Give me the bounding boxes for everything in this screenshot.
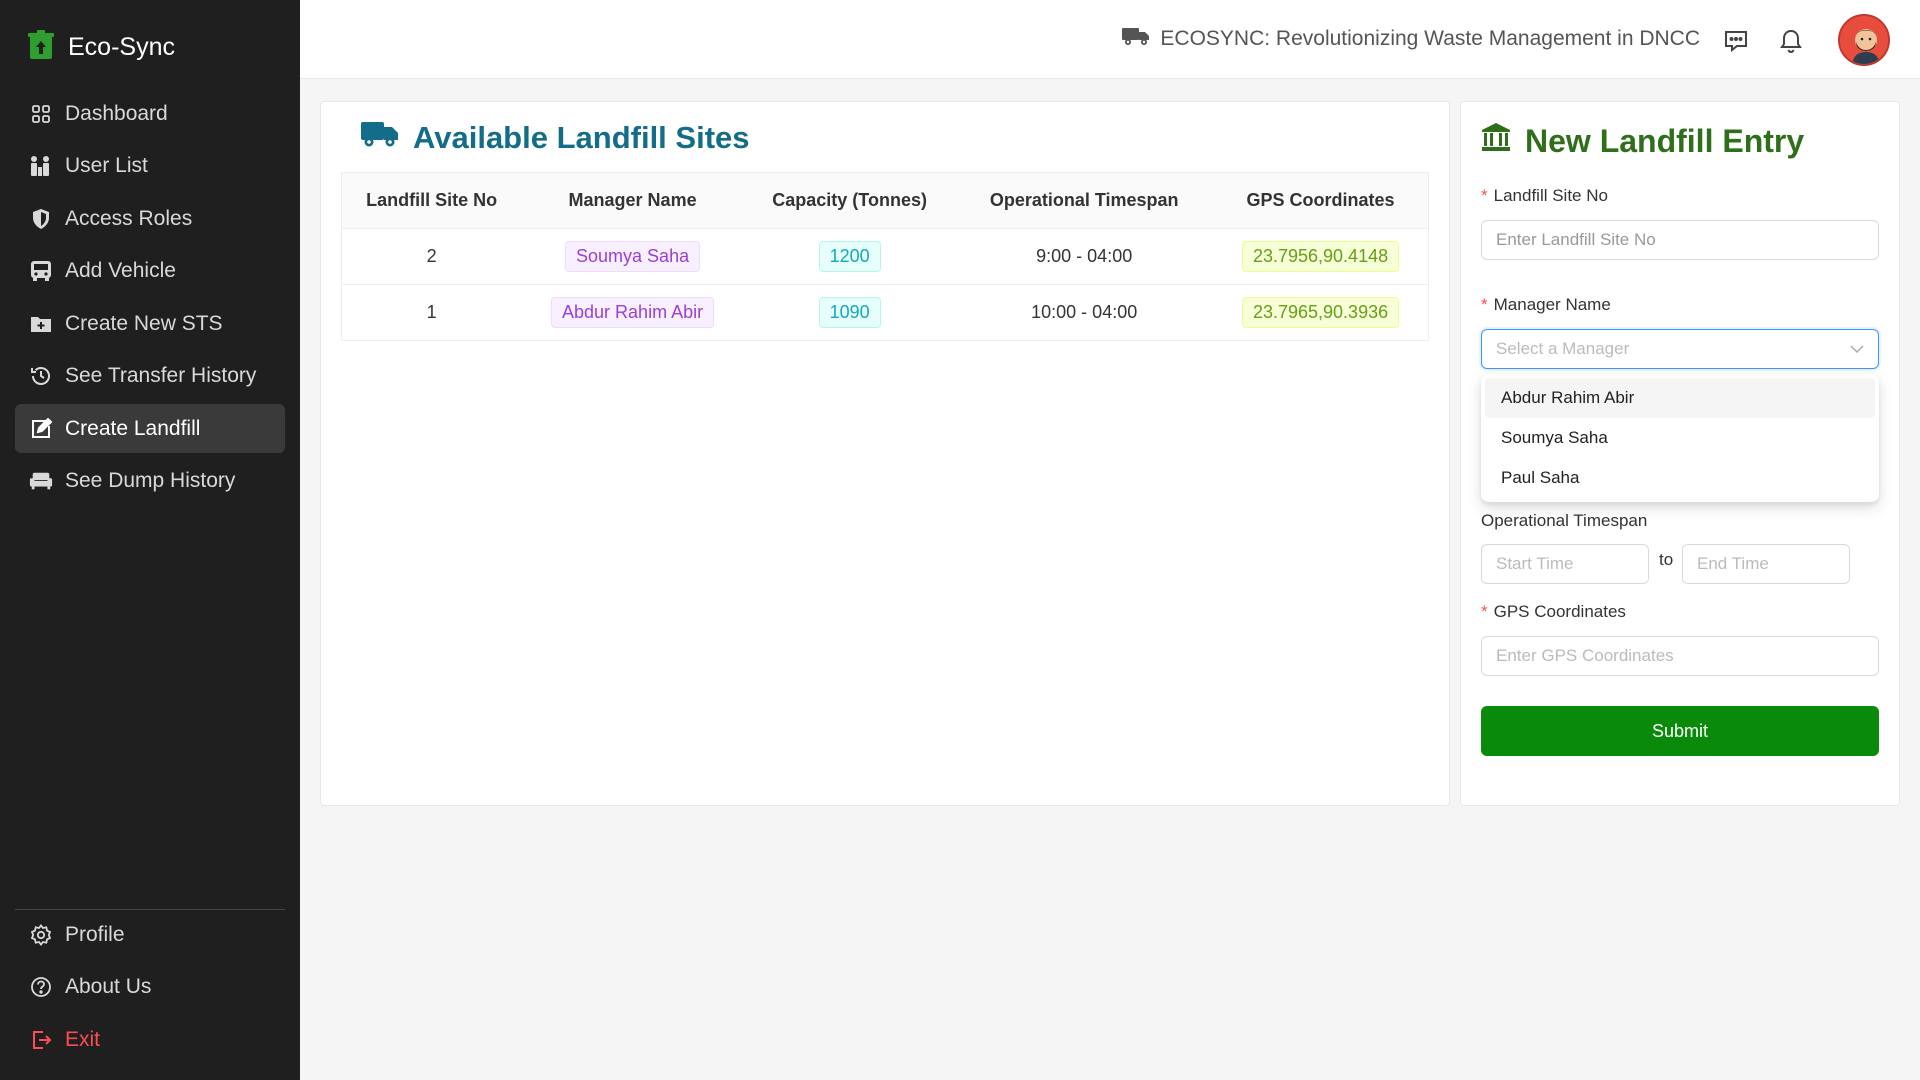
form-title-group: New Landfill Entry: [1481, 122, 1804, 160]
sidebar-item-dashboard[interactable]: Dashboard: [15, 89, 285, 138]
sidebar-item-user-list[interactable]: User List: [15, 142, 285, 191]
site-no-cell: 2: [341, 228, 522, 285]
table-row[interactable]: 1 Abdur Rahim Abir 1090 10:00 - 04:00 23…: [341, 284, 1429, 341]
sidebar-item-label: Create Landfill: [65, 416, 201, 440]
sidebar-item-label: Dashboard: [65, 101, 168, 125]
to-label: to: [1659, 550, 1674, 569]
gps-cell: 23.7956,90.4148: [1213, 228, 1429, 285]
capacity-cell: 1200: [743, 228, 956, 285]
manager-select[interactable]: Select a Manager: [1481, 329, 1879, 369]
gps-label: * GPS Coordinates: [1481, 602, 1626, 621]
column-header[interactable]: GPS Coordinates: [1213, 172, 1429, 229]
sidebar-item-see-transfer-history[interactable]: See Transfer History: [15, 352, 285, 401]
manager-option[interactable]: Soumya Saha: [1485, 418, 1875, 458]
sidebar-item-profile[interactable]: Profile: [15, 910, 285, 959]
manager-tag: Abdur Rahim Abir: [551, 297, 715, 328]
landfill-sites-card: Available Landfill Sites Landfill Site N…: [320, 101, 1450, 806]
submit-button[interactable]: Submit: [1481, 706, 1879, 756]
manager-option[interactable]: Abdur Rahim Abir: [1485, 378, 1875, 418]
timespan-label: Operational Timespan: [1481, 511, 1648, 530]
sidebar-item-create-landfill[interactable]: Create Landfill: [15, 404, 285, 453]
dashboard-grid-icon: [29, 102, 53, 126]
sidebar-item-label: Profile: [65, 922, 125, 946]
capacity-tag: 1090: [818, 297, 881, 328]
app-name: Eco-Sync: [68, 33, 175, 61]
table-title-group: Available Landfill Sites: [361, 120, 750, 156]
sidebar-item-add-vehicle[interactable]: Add Vehicle: [15, 247, 285, 296]
sidebar-item-see-dump-history[interactable]: See Dump History: [15, 457, 285, 506]
landfill-table: Landfill Site No Manager Name Capacity (…: [341, 172, 1429, 341]
manager-tag: Soumya Saha: [565, 241, 701, 272]
site-no-cell: 1: [341, 284, 522, 341]
header-title: ECOSYNC: Revolutionizing Waste Managemen…: [1160, 27, 1700, 50]
sidebar-item-access-roles[interactable]: Access Roles: [15, 194, 285, 243]
bus-icon: [29, 259, 53, 283]
top-header: ECOSYNC: Revolutionizing Waste Managemen…: [300, 0, 1920, 79]
sidebar: Eco-Sync Dashboard User List Access Role…: [0, 0, 300, 1080]
gps-tag: 23.7956,90.4148: [1241, 241, 1400, 272]
history-icon: [29, 364, 53, 388]
manager-cell: Abdur Rahim Abir: [521, 284, 744, 341]
sidebar-item-about-us[interactable]: About Us: [15, 963, 285, 1012]
sidebar-item-create-new-sts[interactable]: Create New STS: [15, 299, 285, 348]
manager-dropdown: Abdur Rahim Abir Soumya Saha Paul Saha: [1481, 374, 1879, 502]
table-header-row: Landfill Site No Manager Name Capacity (…: [341, 172, 1429, 229]
edit-square-icon: [29, 417, 53, 441]
timespan-cell: 9:00 - 04:00: [955, 228, 1214, 285]
gps-input[interactable]: Enter GPS Coordinates: [1481, 636, 1879, 676]
sidebar-item-label: User List: [65, 154, 148, 177]
column-header[interactable]: Manager Name: [521, 172, 744, 229]
logout-icon: [29, 1028, 53, 1052]
header-title-group: ECOSYNC: Revolutionizing Waste Managemen…: [1122, 26, 1700, 52]
capacity-tag: 1200: [818, 241, 881, 272]
sidebar-nav: Dashboard User List Access Roles Add Veh…: [15, 89, 285, 509]
users-icon: [29, 154, 53, 178]
manager-label: * Manager Name: [1481, 295, 1611, 314]
couch-icon: [29, 469, 53, 493]
site-no-input[interactable]: Enter Landfill Site No: [1481, 220, 1879, 260]
new-landfill-form-card: New Landfill Entry * Landfill Site No Ent…: [1460, 101, 1900, 806]
chevron-down-icon: [1850, 339, 1864, 359]
landmark-icon: [1481, 122, 1511, 160]
sidebar-item-label: See Transfer History: [65, 364, 257, 387]
sidebar-item-label: See Dump History: [65, 469, 236, 492]
sidebar-item-exit[interactable]: Exit: [15, 1015, 285, 1064]
sidebar-item-label: Add Vehicle: [65, 259, 176, 282]
table-row[interactable]: 2 Soumya Saha 1200 9:00 - 04:00 23.7956,…: [341, 228, 1429, 285]
sidebar-bottom-nav: Profile About Us Exit: [15, 910, 285, 1068]
column-header[interactable]: Operational Timespan: [955, 172, 1214, 229]
bell-icon[interactable]: [1776, 26, 1806, 56]
avatar[interactable]: [1838, 14, 1890, 66]
message-icon[interactable]: [1721, 26, 1751, 56]
gps-cell: 23.7965,90.3936: [1213, 284, 1429, 341]
table-title: Available Landfill Sites: [413, 120, 750, 155]
timespan-cell: 10:00 - 04:00: [955, 284, 1214, 341]
end-time-input[interactable]: End Time: [1682, 544, 1850, 584]
gps-tag: 23.7965,90.3936: [1241, 297, 1400, 328]
capacity-cell: 1090: [743, 284, 956, 341]
start-time-input[interactable]: Start Time: [1481, 544, 1649, 584]
shield-icon: [29, 207, 53, 231]
gear-icon: [29, 923, 53, 947]
sidebar-item-label: Access Roles: [65, 206, 193, 230]
column-header[interactable]: Capacity (Tonnes): [743, 172, 956, 229]
trash-logo-icon: [28, 30, 54, 65]
sidebar-item-label: About Us: [65, 975, 152, 998]
question-circle-icon: [29, 975, 53, 999]
form-title: New Landfill Entry: [1525, 122, 1805, 159]
folder-plus-icon: [29, 312, 53, 336]
truck-icon: [1122, 26, 1150, 52]
brand[interactable]: Eco-Sync: [28, 30, 175, 65]
manager-option[interactable]: Paul Saha: [1485, 458, 1875, 498]
site-no-label: * Landfill Site No: [1481, 186, 1608, 205]
sidebar-item-label: Create New STS: [65, 311, 223, 335]
manager-cell: Soumya Saha: [521, 228, 744, 285]
column-header[interactable]: Landfill Site No: [341, 172, 522, 229]
sidebar-item-label: Exit: [65, 1027, 101, 1051]
truck-moving-icon: [361, 120, 399, 156]
